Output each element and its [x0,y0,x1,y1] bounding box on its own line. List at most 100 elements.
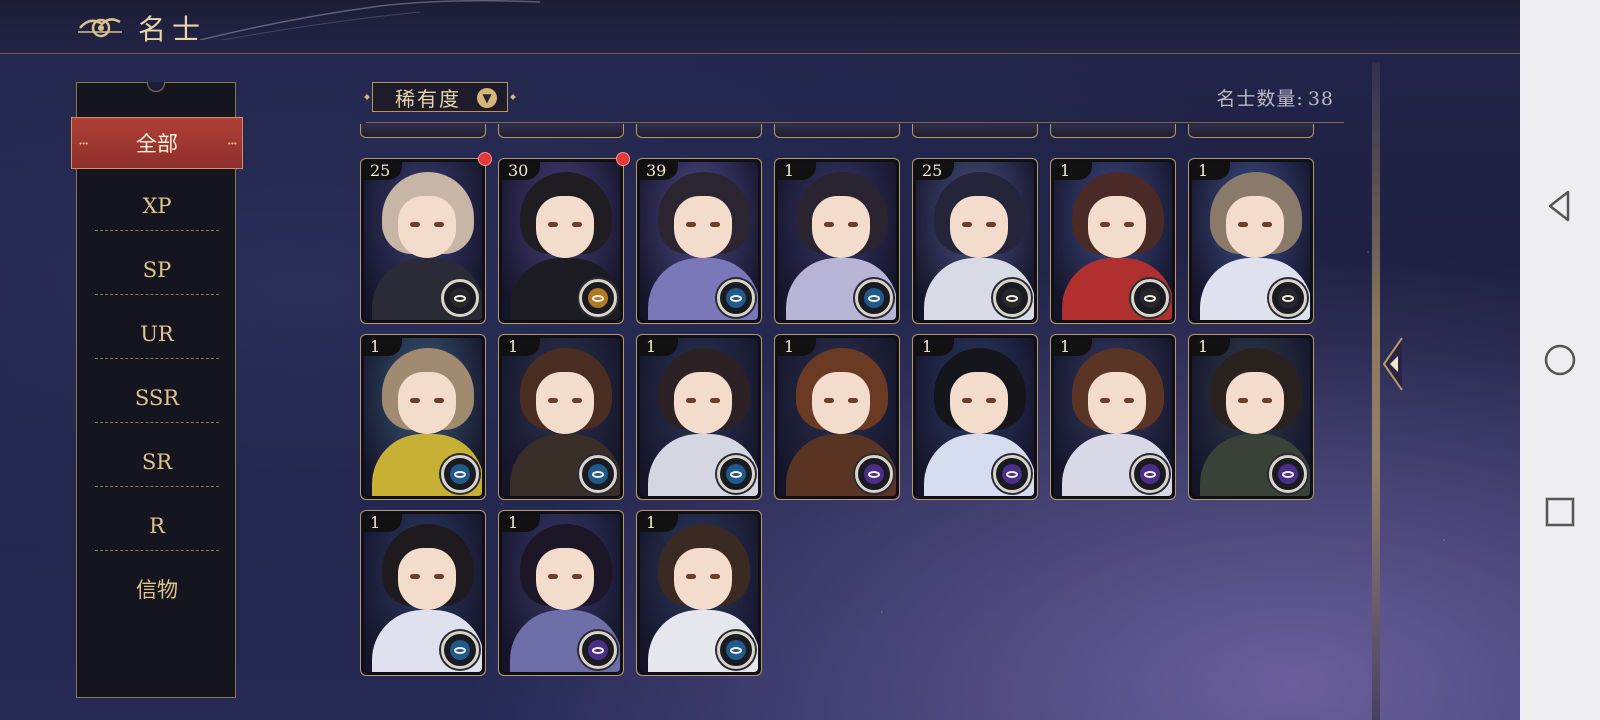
portrait-eye [434,574,444,579]
count-label: 名士数量: [1216,88,1304,110]
divider [366,122,1344,123]
portrait-eye [548,398,558,403]
portrait-eye [410,222,420,227]
faction-icon [441,631,479,669]
character-card[interactable]: 30 [498,158,624,324]
rarity-filter-dropdown[interactable]: 稀有度 ▼ [372,82,508,112]
header-ornament [200,0,540,40]
portrait-eye [686,398,696,403]
portrait-eye [824,222,834,227]
count-value: 38 [1307,88,1334,110]
card-partial[interactable] [1050,124,1176,138]
faction-icon [579,455,617,493]
filter-label: 稀有度 [395,86,461,111]
portrait-eye [1100,222,1110,227]
portrait-eye [410,574,420,579]
portrait-eye [848,398,858,403]
faction-icon [855,455,893,493]
card-partial[interactable] [498,124,624,138]
character-card[interactable]: 1 [1188,334,1314,500]
character-card[interactable]: 1 [360,334,486,500]
portrait-eye [1124,398,1134,403]
faction-icon [579,631,617,669]
portrait-eye [1238,398,1248,403]
faction-icon [441,455,479,493]
back-icon[interactable] [1540,186,1580,226]
faction-icon [1131,455,1169,493]
portrait-eye [1262,222,1272,227]
portrait-eye [410,398,420,403]
faction-icon [717,455,755,493]
character-card[interactable]: 1 [498,334,624,500]
portrait-eye [962,222,972,227]
portrait-eye [824,398,834,403]
character-card[interactable]: 39 [636,158,762,324]
portrait-eye [434,398,444,403]
portrait-eye [686,574,696,579]
home-icon[interactable] [1540,340,1580,380]
menu-item-all[interactable]: 全部 [71,117,243,170]
portrait-eye [572,222,582,227]
faction-icon [579,279,617,317]
character-card[interactable]: 1 [1050,334,1176,500]
faction-icon [1269,455,1307,493]
card-partial[interactable] [912,124,1038,138]
portrait-eye [1238,222,1248,227]
page-title: 名士 [138,13,207,46]
card-partial[interactable] [1188,124,1314,138]
portrait-eye [710,398,720,403]
faction-icon [441,279,479,317]
portrait-eye [986,398,996,403]
portrait-eye [710,574,720,579]
menu-item-ssr[interactable]: SSR [95,373,219,423]
faction-icon [993,279,1031,317]
menu-item-ur[interactable]: UR [95,309,219,359]
header-bar: 名士 [0,0,1520,54]
character-card[interactable]: 1 [360,510,486,676]
portrait-eye [710,222,720,227]
menu-item-sr[interactable]: SR [95,437,219,487]
rarity-side-menu: 全部 XP SP UR SSR SR R 信物 [71,82,243,698]
character-card[interactable]: 25 [360,158,486,324]
character-card[interactable]: 1 [636,334,762,500]
character-card[interactable]: 1 [498,510,624,676]
portrait-eye [686,222,696,227]
faction-icon [993,455,1031,493]
collapse-panel-button[interactable] [1380,336,1410,392]
recents-icon[interactable] [1540,492,1580,532]
menu-item-xp[interactable]: XP [95,181,219,231]
game-screen: 名士 全部 XP SP UR SSR SR R 信物 稀有度 ▼ 名士数量:38 [0,0,1520,720]
menu-item-sp[interactable]: SP [95,245,219,295]
portrait-eye [572,398,582,403]
menu-item-token[interactable]: 信物 [95,565,219,615]
character-card[interactable]: 25 [912,158,1038,324]
portrait-eye [986,222,996,227]
character-card[interactable]: 1 [774,334,900,500]
character-card[interactable]: 1 [636,510,762,676]
portrait-eye [1100,398,1110,403]
faction-icon [1269,279,1307,317]
character-card[interactable]: 1 [1188,158,1314,324]
portrait-eye [848,222,858,227]
portrait-eye [1124,222,1134,227]
portrait-eye [1262,398,1272,403]
character-grid: 25 30 39 1 25 1 1 1 1 1 1 1 1 1 1 1 1 [360,124,1340,698]
card-partial[interactable] [360,124,486,138]
chevron-down-icon: ▼ [477,88,497,108]
notification-dot [478,152,492,166]
notification-dot [616,152,630,166]
card-partial[interactable] [774,124,900,138]
card-partial[interactable] [636,124,762,138]
character-card[interactable]: 1 [912,334,1038,500]
character-count: 名士数量: 38 [1216,84,1334,111]
menu-item-r[interactable]: R [95,501,219,551]
character-card[interactable]: 1 [774,158,900,324]
faction-icon [717,279,755,317]
portrait-eye [548,574,558,579]
portrait-eye [548,222,558,227]
character-card[interactable]: 1 [1050,158,1176,324]
menu-notch [147,82,165,92]
portrait-eye [434,222,444,227]
panel-right-edge [1372,62,1380,720]
portrait-eye [572,574,582,579]
